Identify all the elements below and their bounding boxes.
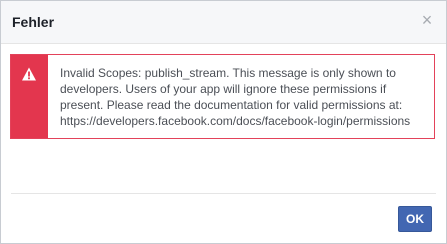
ok-button[interactable]: OK [398,206,432,232]
dialog-header: Fehler × [1,1,446,44]
error-message-text: Invalid Scopes: publish_stream. This mes… [60,66,411,128]
error-stripe [11,55,48,138]
warning-icon [22,67,36,81]
close-icon[interactable]: × [419,11,435,29]
error-message-box: Invalid Scopes: publish_stream. This mes… [10,54,435,139]
error-dialog: Fehler × Invalid Scopes: publish_stream.… [0,0,447,244]
footer-divider [11,193,436,194]
dialog-title: Fehler [12,14,55,30]
